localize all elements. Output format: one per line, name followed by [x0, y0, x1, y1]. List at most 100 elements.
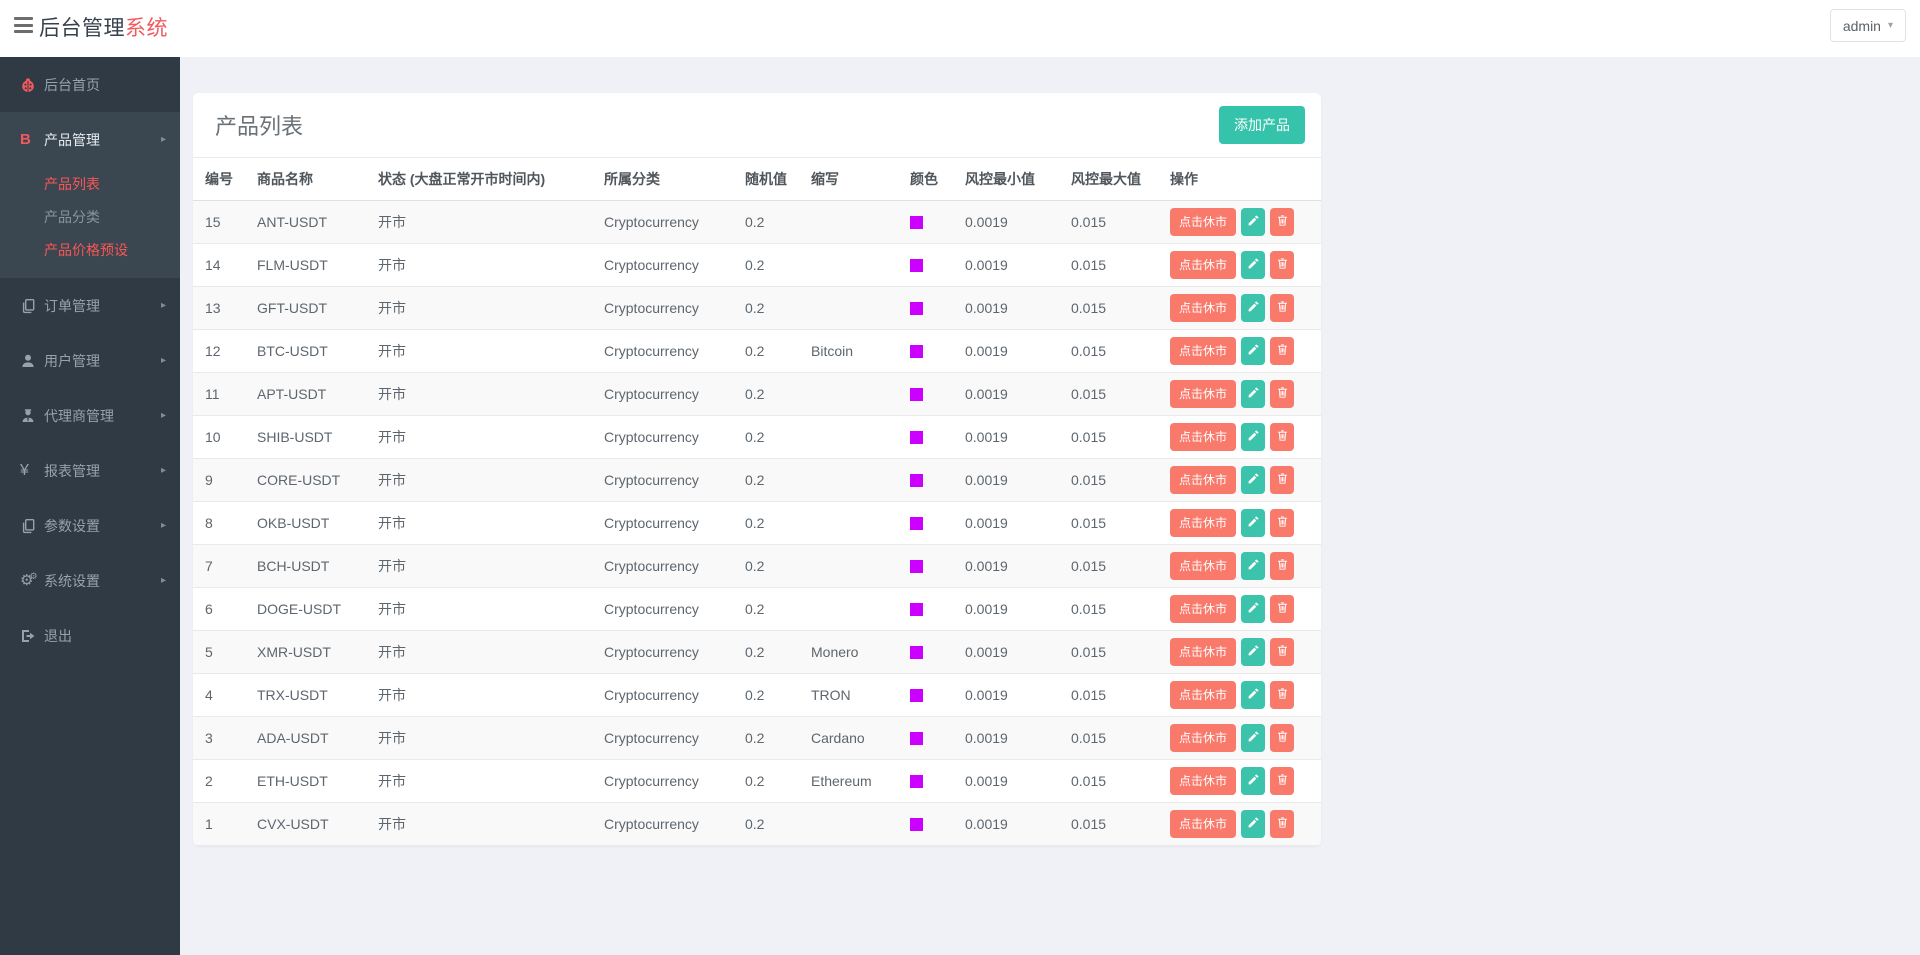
sidebar-item-params[interactable]: 参数设置▸ — [0, 498, 180, 553]
sidebar-group-params: 参数设置▸ — [0, 498, 180, 553]
delete-button[interactable] — [1270, 466, 1294, 494]
user-dropdown[interactable]: admin ▾ — [1830, 9, 1906, 42]
edit-button[interactable] — [1241, 767, 1265, 795]
trash-icon — [1276, 343, 1289, 359]
edit-button[interactable] — [1241, 724, 1265, 752]
close-market-button[interactable]: 点击休市 — [1170, 552, 1236, 580]
close-market-button[interactable]: 点击休市 — [1170, 466, 1236, 494]
delete-button[interactable] — [1270, 509, 1294, 537]
edit-button[interactable] — [1241, 466, 1265, 494]
edit-button[interactable] — [1241, 294, 1265, 322]
close-market-button[interactable]: 点击休市 — [1170, 595, 1236, 623]
edit-button[interactable] — [1241, 337, 1265, 365]
close-market-button[interactable]: 点击休市 — [1170, 638, 1236, 666]
cell-abbr — [799, 587, 898, 630]
cell-id: 15 — [193, 200, 245, 243]
edit-button[interactable] — [1241, 595, 1265, 623]
table-row: 13GFT-USDT开市Cryptocurrency0.20.00190.015… — [193, 286, 1321, 329]
cell-id: 14 — [193, 243, 245, 286]
delete-button[interactable] — [1270, 552, 1294, 580]
edit-button[interactable] — [1241, 380, 1265, 408]
cell-operations: 点击休市 — [1158, 372, 1321, 415]
sidebar-item-label: 订单管理 — [44, 296, 161, 316]
sidebar-item-agents[interactable]: 代理商管理▸ — [0, 388, 180, 443]
table-row: 8OKB-USDT开市Cryptocurrency0.20.00190.015点… — [193, 501, 1321, 544]
orders-icon — [20, 298, 44, 314]
close-market-button[interactable]: 点击休市 — [1170, 337, 1236, 365]
delete-button[interactable] — [1270, 724, 1294, 752]
edit-button[interactable] — [1241, 810, 1265, 838]
cell-name: ETH-USDT — [245, 759, 366, 802]
edit-button[interactable] — [1241, 552, 1265, 580]
edit-button[interactable] — [1241, 638, 1265, 666]
delete-button[interactable] — [1270, 423, 1294, 451]
close-market-button[interactable]: 点击休市 — [1170, 208, 1236, 236]
cell-name: BCH-USDT — [245, 544, 366, 587]
trash-icon — [1276, 257, 1289, 273]
edit-button[interactable] — [1241, 509, 1265, 537]
close-market-button[interactable]: 点击休市 — [1170, 810, 1236, 838]
cell-id: 5 — [193, 630, 245, 673]
edit-button[interactable] — [1241, 208, 1265, 236]
close-market-button[interactable]: 点击休市 — [1170, 294, 1236, 322]
delete-button[interactable] — [1270, 251, 1294, 279]
sidebar-subitem-product-price-preset[interactable]: 产品价格预设 — [0, 233, 180, 266]
trash-icon — [1276, 386, 1289, 402]
sidebar-item-orders[interactable]: 订单管理▸ — [0, 278, 180, 333]
cell-risk-max: 0.015 — [1059, 458, 1158, 501]
sidebar-item-logout[interactable]: 退出 — [0, 608, 180, 663]
color-swatch — [910, 775, 923, 788]
edit-button[interactable] — [1241, 681, 1265, 709]
chevron-right-icon: ▸ — [161, 520, 166, 531]
delete-button[interactable] — [1270, 294, 1294, 322]
cell-risk-max: 0.015 — [1059, 329, 1158, 372]
app-title-accent: 系统 — [125, 17, 168, 40]
sidebar-item-settings[interactable]: ⚙⚙系统设置▸ — [0, 553, 180, 608]
cell-operations: 点击休市 — [1158, 286, 1321, 329]
cell-abbr — [799, 802, 898, 845]
edit-button[interactable] — [1241, 251, 1265, 279]
pencil-icon — [1247, 558, 1260, 574]
close-market-button[interactable]: 点击休市 — [1170, 724, 1236, 752]
delete-button[interactable] — [1270, 208, 1294, 236]
sidebar-item-home[interactable]: 后台首页 — [0, 57, 180, 112]
trash-icon — [1276, 300, 1289, 316]
delete-button[interactable] — [1270, 638, 1294, 666]
cell-abbr — [799, 415, 898, 458]
cell-random: 0.2 — [733, 587, 799, 630]
column-header: 颜色 — [898, 158, 953, 200]
close-market-button[interactable]: 点击休市 — [1170, 509, 1236, 537]
params-icon — [20, 518, 44, 534]
close-market-button[interactable]: 点击休市 — [1170, 681, 1236, 709]
table-row: 4TRX-USDT开市Cryptocurrency0.2TRON0.00190.… — [193, 673, 1321, 716]
edit-button[interactable] — [1241, 423, 1265, 451]
sidebar-item-users[interactable]: 用户管理▸ — [0, 333, 180, 388]
close-market-button[interactable]: 点击休市 — [1170, 767, 1236, 795]
main-content: 产品列表 添加产品 编号商品名称状态 (大盘正常开市时间内)所属分类随机值缩写颜… — [180, 57, 1920, 955]
table-row: 5XMR-USDT开市Cryptocurrency0.2Monero0.0019… — [193, 630, 1321, 673]
close-market-button[interactable]: 点击休市 — [1170, 251, 1236, 279]
cell-category: Cryptocurrency — [592, 286, 733, 329]
menu-toggle-icon[interactable] — [14, 17, 33, 33]
sidebar-item-reports[interactable]: ¥报表管理▸ — [0, 443, 180, 498]
close-market-button[interactable]: 点击休市 — [1170, 423, 1236, 451]
cell-color — [898, 673, 953, 716]
sidebar-subitem-product-category[interactable]: 产品分类 — [0, 200, 180, 233]
add-product-button[interactable]: 添加产品 — [1219, 106, 1305, 144]
sidebar-subitem-product-list[interactable]: 产品列表 — [0, 167, 180, 200]
delete-button[interactable] — [1270, 380, 1294, 408]
close-market-button[interactable]: 点击休市 — [1170, 380, 1236, 408]
logout-icon — [20, 628, 44, 644]
sidebar-item-products[interactable]: B产品管理▸ — [0, 112, 180, 167]
product-list-card: 产品列表 添加产品 编号商品名称状态 (大盘正常开市时间内)所属分类随机值缩写颜… — [193, 93, 1321, 846]
cell-risk-min: 0.0019 — [953, 200, 1059, 243]
delete-button[interactable] — [1270, 337, 1294, 365]
delete-button[interactable] — [1270, 595, 1294, 623]
cell-random: 0.2 — [733, 458, 799, 501]
cell-abbr — [799, 243, 898, 286]
delete-button[interactable] — [1270, 810, 1294, 838]
delete-button[interactable] — [1270, 767, 1294, 795]
chevron-right-icon: ▸ — [161, 355, 166, 366]
delete-button[interactable] — [1270, 681, 1294, 709]
settings-icon: ⚙⚙ — [20, 573, 44, 588]
